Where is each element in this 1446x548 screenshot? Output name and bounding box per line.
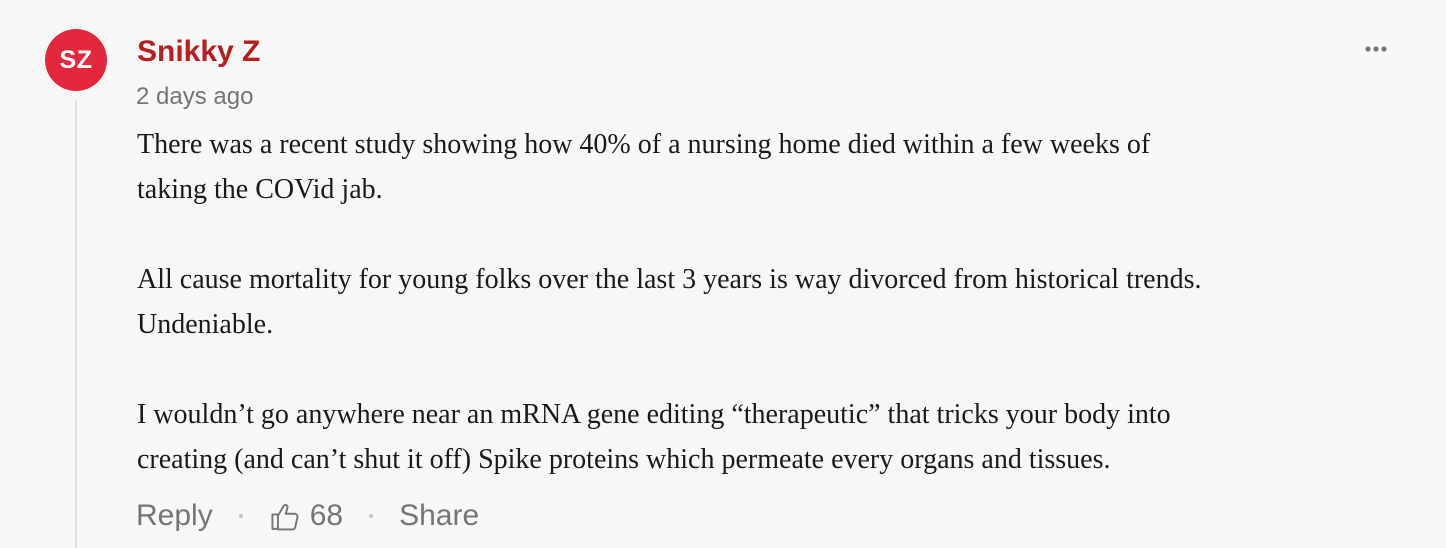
share-button[interactable]: Share (399, 499, 479, 533)
author-name[interactable]: Snikky Z (137, 33, 260, 71)
comment-body: There was a recent study showing how 40%… (137, 122, 1417, 482)
reply-button[interactable]: Reply (136, 499, 213, 533)
more-options-button[interactable] (1356, 36, 1396, 62)
avatar[interactable]: SZ (45, 29, 107, 91)
comment-paragraph: All cause mortality for young folks over… (137, 264, 1202, 340)
separator-dot (369, 514, 374, 518)
like-count: 68 (309, 499, 344, 532)
comment-timestamp[interactable]: 2 days ago (136, 82, 253, 112)
comment-actions: Reply 68 Share (136, 496, 479, 536)
comment-paragraph: I wouldn’t go anywhere near an mRNA gene… (137, 399, 1171, 475)
comment: SZ Snikky Z 2 days ago There was a recen… (0, 0, 1446, 548)
thumbs-up-icon (269, 500, 302, 533)
more-options-icon (1356, 36, 1396, 62)
comment-paragraph: There was a recent study showing how 40%… (137, 129, 1151, 205)
like-button[interactable]: 68 (269, 499, 343, 533)
thread-line[interactable] (75, 100, 77, 548)
separator-dot (238, 514, 243, 518)
